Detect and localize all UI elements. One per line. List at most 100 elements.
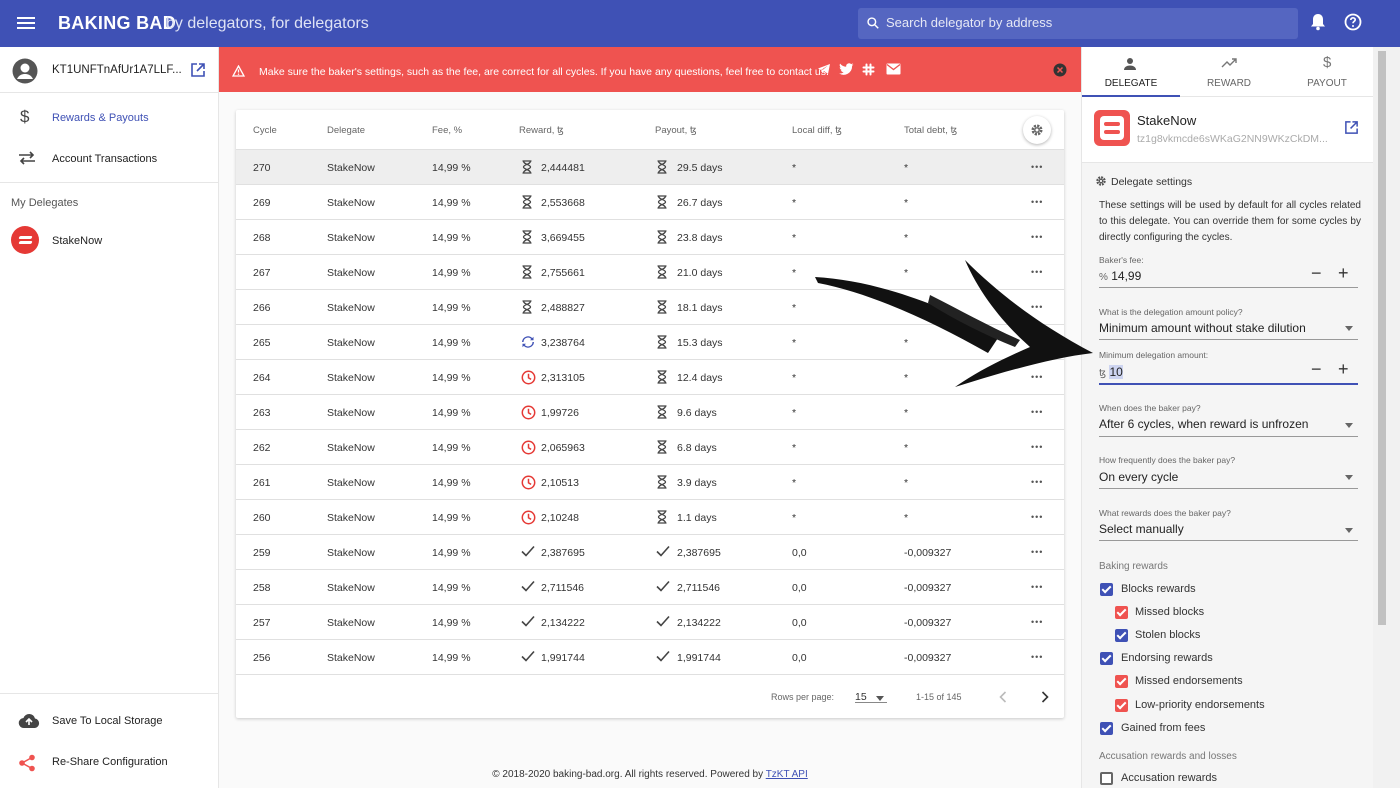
accusation-rewards-checkbox[interactable]: [1100, 772, 1113, 785]
more-options-icon[interactable]: •••: [1031, 407, 1043, 417]
more-options-icon[interactable]: •••: [1031, 197, 1043, 207]
more-options-icon[interactable]: •••: [1031, 617, 1043, 627]
cell-delegate: StakeNow: [327, 372, 375, 384]
more-options-icon[interactable]: •••: [1031, 652, 1043, 662]
page-scrollbar[interactable]: [1373, 47, 1400, 788]
when-select[interactable]: After 6 cycles, when reward is unfrozen: [1099, 417, 1308, 431]
endorsing-rewards-checkbox[interactable]: [1100, 652, 1113, 665]
min-amount-increment-button[interactable]: +: [1338, 360, 1349, 378]
bell-icon[interactable]: [1310, 13, 1326, 31]
chevron-down-icon[interactable]: [876, 696, 884, 701]
table-row[interactable]: 257 StakeNow 14,99 % 2,134222 2,134222 0,0 -0,…: [236, 605, 1064, 640]
cell-payout: 12.4 days: [677, 372, 723, 384]
trending-up-icon: [1221, 58, 1237, 68]
cell-delegate: StakeNow: [327, 442, 375, 454]
fee-increment-button[interactable]: +: [1338, 264, 1349, 282]
slack-icon[interactable]: [862, 63, 875, 76]
save-local-storage-label: Save To Local Storage: [52, 715, 163, 727]
scrollbar-thumb[interactable]: [1378, 51, 1386, 625]
missed-endorsements-checkbox[interactable]: [1115, 675, 1128, 688]
fee-decrement-button[interactable]: −: [1311, 264, 1322, 282]
open-external-icon[interactable]: [190, 62, 206, 78]
col-total-debt[interactable]: Total debt, ꜩ: [904, 125, 957, 136]
cell-local-diff: 0,0: [792, 547, 807, 559]
sidebar-item-rewards-payouts[interactable]: $ Rewards & Payouts: [0, 99, 218, 137]
tab-delegate[interactable]: DELEGATE: [1082, 47, 1180, 97]
search-input[interactable]: Search delegator by address: [858, 8, 1298, 39]
more-options-icon[interactable]: •••: [1031, 162, 1043, 172]
blocks-rewards-checkbox[interactable]: [1100, 583, 1113, 596]
menu-icon[interactable]: [17, 14, 35, 32]
chevron-left-icon[interactable]: [999, 691, 1007, 703]
cell-delegate: StakeNow: [327, 267, 375, 279]
table-row[interactable]: 263 StakeNow 14,99 % 1,99726 9.6 days * * •••: [236, 395, 1064, 430]
help-icon[interactable]: [1344, 13, 1362, 31]
twitter-icon[interactable]: [839, 63, 854, 75]
chevron-down-icon[interactable]: [1345, 475, 1353, 480]
table-row[interactable]: 260 StakeNow 14,99 % 2,10248 1.1 days * * •••: [236, 500, 1064, 535]
col-cycle[interactable]: Cycle: [253, 125, 277, 136]
more-options-icon[interactable]: •••: [1031, 547, 1043, 557]
chevron-down-icon[interactable]: [1345, 423, 1353, 428]
more-options-icon[interactable]: •••: [1031, 442, 1043, 452]
cell-delegate: StakeNow: [327, 197, 375, 209]
col-payout[interactable]: Payout, ꜩ: [655, 125, 697, 136]
low-priority-endorsements-checkbox[interactable]: [1115, 699, 1128, 712]
table-settings-button[interactable]: [1023, 116, 1051, 144]
chevron-down-icon[interactable]: [1345, 528, 1353, 533]
col-fee[interactable]: Fee, %: [432, 125, 462, 136]
more-options-icon[interactable]: •••: [1031, 582, 1043, 592]
cell-fee: 14,99 %: [432, 617, 471, 629]
tab-label: PAYOUT: [1307, 78, 1347, 89]
frequency-select[interactable]: On every cycle: [1099, 470, 1178, 484]
table-row[interactable]: 259 StakeNow 14,99 % 2,387695 2,387695 0,0 -0,…: [236, 535, 1064, 570]
more-options-icon[interactable]: •••: [1031, 512, 1043, 522]
min-amount-decrement-button[interactable]: −: [1311, 360, 1322, 378]
brand-title[interactable]: BAKING BAD: [58, 13, 176, 34]
col-local-diff[interactable]: Local diff, ꜩ: [792, 125, 842, 136]
cell-local-diff: *: [792, 232, 797, 244]
reshare-configuration-button[interactable]: Re-Share Configuration: [0, 743, 218, 781]
col-reward[interactable]: Reward, ꜩ: [519, 125, 564, 136]
min-amount-field[interactable]: ꜩ 10: [1099, 365, 1123, 379]
policy-label: What is the delegation amount policy?: [1099, 307, 1243, 317]
policy-select[interactable]: Minimum amount without stake dilution: [1099, 321, 1306, 335]
table-row[interactable]: 261 StakeNow 14,99 % 2,10513 3.9 days * * •••: [236, 465, 1064, 500]
tzkt-api-link[interactable]: TzKT API: [766, 769, 808, 780]
more-options-icon[interactable]: •••: [1031, 232, 1043, 242]
checkbox-label: Low-priority endorsements: [1135, 699, 1265, 711]
more-options-icon[interactable]: •••: [1031, 477, 1043, 487]
close-icon[interactable]: [1053, 63, 1067, 77]
chevron-right-icon[interactable]: [1041, 691, 1049, 703]
telegram-icon[interactable]: [817, 63, 831, 75]
open-external-icon[interactable]: [1344, 120, 1359, 135]
tab-reward[interactable]: REWARD: [1180, 47, 1278, 97]
tab-payout[interactable]: $ PAYOUT: [1278, 47, 1376, 97]
gained-fees-checkbox[interactable]: [1100, 722, 1113, 735]
stolen-blocks-checkbox[interactable]: [1115, 629, 1128, 642]
table-row[interactable]: 258 StakeNow 14,99 % 2,711546 2,711546 0,0 -0,…: [236, 570, 1064, 605]
hourglass-icon: [656, 370, 668, 387]
sidebar-item-account-transactions[interactable]: Account Transactions: [0, 140, 218, 178]
check-icon: [656, 650, 670, 665]
chevron-down-icon[interactable]: [1345, 326, 1353, 331]
email-icon[interactable]: [886, 63, 901, 75]
sidebar-item-stakenow[interactable]: StakeNow: [0, 223, 218, 261]
rewards-select[interactable]: Select manually: [1099, 522, 1184, 536]
save-local-storage-button[interactable]: Save To Local Storage: [0, 702, 218, 740]
cell-payout: 3.9 days: [677, 477, 717, 489]
table-row[interactable]: 270 StakeNow 14,99 % 2,444481 29.5 days * * •••: [236, 150, 1064, 185]
warning-message: Make sure the baker's settings, such as …: [259, 66, 829, 78]
table-row[interactable]: 256 StakeNow 14,99 % 1,991744 1,991744 0,0 -0,…: [236, 640, 1064, 675]
fee-field[interactable]: % 14,99: [1099, 269, 1141, 283]
fee-label: Baker's fee:: [1099, 255, 1144, 265]
missed-blocks-checkbox[interactable]: [1115, 606, 1128, 619]
table-row[interactable]: 262 StakeNow 14,99 % 2,065963 6.8 days * * •••: [236, 430, 1064, 465]
cell-cycle: 257: [253, 617, 271, 629]
my-delegates-heading: My Delegates: [11, 197, 79, 209]
account-address: KT1UNFTnAfUr1A7LLF...: [52, 64, 182, 76]
cell-local-diff: *: [792, 512, 797, 524]
table-row[interactable]: 268 StakeNow 14,99 % 3,669455 23.8 days * * •••: [236, 220, 1064, 255]
col-delegate[interactable]: Delegate: [327, 125, 365, 136]
table-row[interactable]: 269 StakeNow 14,99 % 2,553668 26.7 days * * •••: [236, 185, 1064, 220]
